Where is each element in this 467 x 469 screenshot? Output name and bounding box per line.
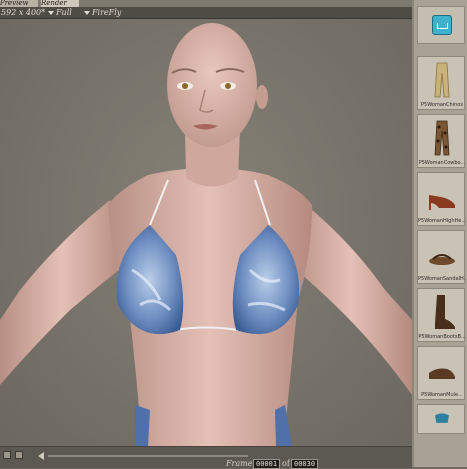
leopard-pants-icon — [434, 120, 450, 156]
tab-preview[interactable]: Preview — [0, 0, 38, 7]
render-viewport[interactable] — [0, 19, 412, 446]
render-mode-value: Full — [56, 8, 72, 17]
keyframe-icon[interactable] — [3, 451, 11, 459]
graph-icon[interactable] — [15, 451, 23, 459]
top-garment-icon — [435, 413, 449, 423]
folder-up-icon — [437, 23, 448, 29]
mule-icon — [429, 368, 455, 379]
library-item-label: P5WomanChinos — [421, 102, 463, 108]
renderer-dropdown[interactable]: FireFly — [84, 7, 121, 18]
library-panel: P5WomanChinos P5WomanCowbo... P5WomanHig… — [412, 0, 467, 467]
render-options-bar: 592 x 400* Full FireFly — [0, 7, 412, 19]
render-size-label: 592 x 400* — [1, 8, 46, 17]
tab-render[interactable]: Render — [40, 0, 79, 7]
library-item-label: P5WomanSandalH... — [418, 276, 466, 282]
sandal-icon — [429, 254, 455, 265]
total-frames-field[interactable]: 00030 — [291, 459, 319, 469]
library-header — [417, 6, 465, 44]
render-mode-dropdown[interactable]: Full — [48, 7, 72, 18]
chevron-down-icon — [48, 11, 54, 15]
viewport-tab-bar: Preview Render — [0, 0, 412, 7]
library-item-label: P5WomanHighHe... — [418, 218, 466, 224]
library-item-sandal[interactable]: P5WomanSandalH... — [417, 230, 466, 284]
renderer-value: FireFly — [92, 8, 122, 17]
library-item-cowboy[interactable]: P5WomanCowbo... — [417, 114, 465, 168]
animation-timeline: Frame 00001 of 00030 — [0, 446, 412, 469]
boots-icon — [435, 295, 455, 329]
library-item-chinos[interactable]: P5WomanChinos — [417, 56, 465, 110]
rendered-figure — [0, 23, 412, 446]
rewind-icon[interactable] — [38, 452, 44, 460]
library-item-label: P5WomanCowbo... — [418, 160, 466, 166]
current-frame-field[interactable]: 00001 — [253, 459, 281, 469]
timeline-scrubber[interactable] — [48, 455, 248, 457]
chevron-down-icon — [84, 11, 90, 15]
library-item-partial[interactable] — [417, 404, 465, 434]
library-item-high-heels[interactable]: P5WomanHighHe... — [417, 172, 466, 226]
library-item-label: P5WomanBootsB... — [418, 334, 466, 340]
library-item-boots[interactable]: P5WomanBootsB... — [417, 288, 466, 342]
pants-icon — [434, 62, 450, 98]
library-item-label: P5WomanMule... — [421, 392, 463, 398]
high-heel-icon — [429, 195, 455, 210]
library-item-mule[interactable]: P5WomanMule... — [417, 346, 465, 400]
parent-folder-button[interactable] — [432, 15, 452, 35]
